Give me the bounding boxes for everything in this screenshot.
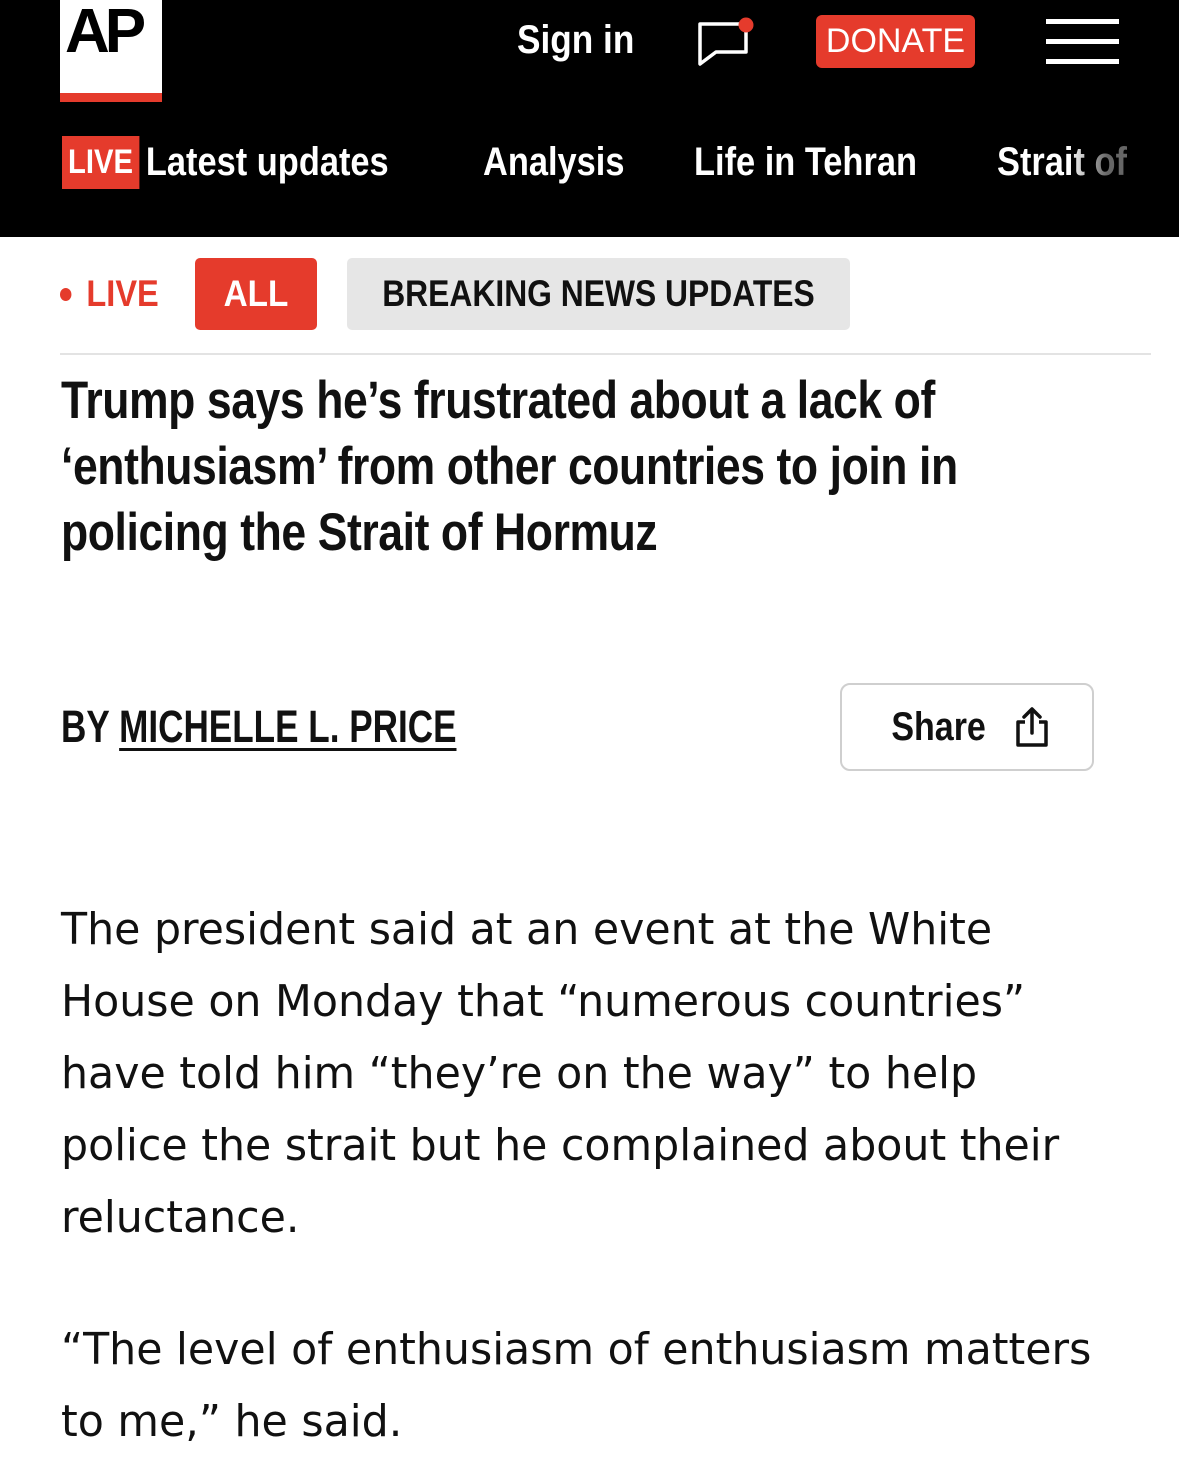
- byline: BY MICHELLE L. PRICE: [61, 700, 456, 754]
- donate-button[interactable]: DONATE: [816, 15, 975, 68]
- tab-all-label: ALL: [223, 273, 289, 314]
- chat-bubble-svg: [698, 17, 754, 66]
- top-bar: AP Sign in DONATE LIVE Latest updates An…: [0, 0, 1179, 237]
- sign-in-link[interactable]: Sign in: [517, 18, 634, 63]
- nav-item-analysis[interactable]: Analysis: [483, 135, 624, 190]
- share-button[interactable]: Share: [840, 683, 1094, 771]
- nav-item-latest-updates[interactable]: LIVE Latest updates: [62, 135, 389, 190]
- live-tag: LIVE: [62, 136, 140, 189]
- live-tabs: LIVE ALL BREAKING NEWS UPDATES: [0, 258, 1179, 330]
- menu-line: [1046, 39, 1119, 44]
- nav-item-label: Latest updates: [145, 140, 389, 184]
- live-dot-icon: [60, 287, 72, 301]
- share-icon: [1015, 707, 1048, 747]
- author-link[interactable]: MICHELLE L. PRICE: [119, 701, 456, 753]
- tab-all[interactable]: ALL: [195, 258, 317, 330]
- menu-line: [1046, 59, 1119, 64]
- menu-line: [1046, 19, 1119, 24]
- article-headline: Trump says he’s frustrated about a lack …: [61, 371, 958, 562]
- tab-breaking-label: BREAKING NEWS UPDATES: [382, 273, 815, 314]
- nav-item-life-in-tehran[interactable]: Life in Tehran: [694, 135, 917, 190]
- logo-text: AP: [65, 0, 146, 66]
- divider: [60, 353, 1151, 355]
- article-paragraph: “The level of enthusiasm of enthusiasm m…: [61, 1324, 1092, 1447]
- chat-bubble-icon[interactable]: [694, 14, 758, 68]
- nav-item-label: Strait of: [997, 140, 1127, 184]
- byline-prefix: BY: [61, 701, 110, 752]
- live-indicator: LIVE: [60, 258, 159, 330]
- tab-breaking-news-updates[interactable]: BREAKING NEWS UPDATES: [347, 258, 850, 330]
- share-label: Share: [891, 704, 987, 749]
- ap-logo[interactable]: AP: [60, 0, 162, 102]
- article-paragraph: The president said at an event at the Wh…: [61, 904, 1060, 1243]
- section-nav: LIVE Latest updates Analysis Life in Teh…: [0, 135, 1179, 190]
- live-label: LIVE: [86, 273, 159, 314]
- nav-item-strait-of[interactable]: Strait of: [997, 135, 1127, 190]
- hamburger-menu-icon[interactable]: [1046, 19, 1119, 65]
